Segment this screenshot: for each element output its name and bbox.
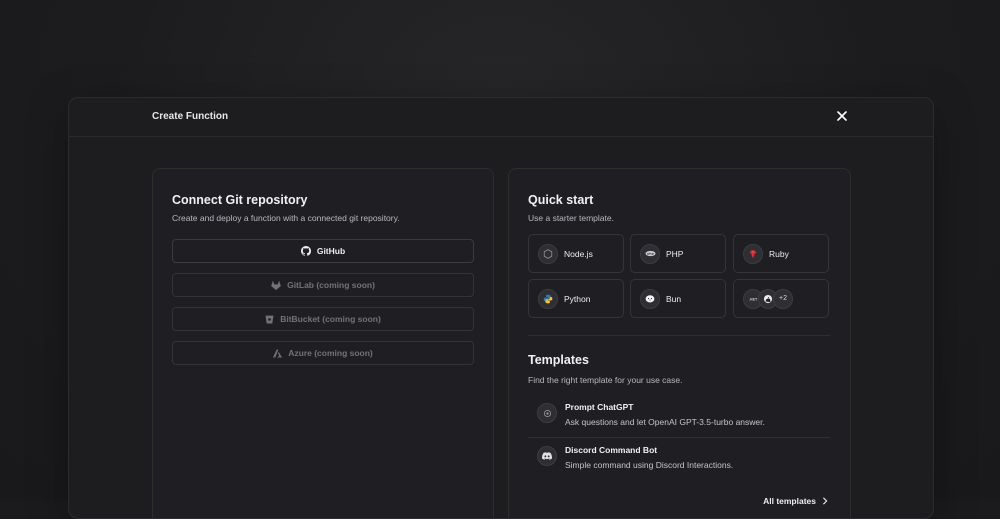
discord-icon (537, 446, 557, 466)
runtime-icon-stack: .NET +2 (743, 288, 793, 309)
runtime-label: Bun (666, 293, 682, 304)
template-description: Ask questions and let OpenAI GPT-3.5-tur… (565, 417, 765, 427)
more-runtimes-count: +2 (773, 288, 793, 309)
azure-label: Azure (coming soon) (288, 348, 373, 358)
connect-git-title: Connect Git repository (172, 193, 308, 207)
runtime-label: Ruby (769, 248, 789, 259)
quick-start-title: Quick start (528, 193, 594, 207)
template-prompt-chatgpt[interactable]: Prompt ChatGPT Ask questions and let Ope… (537, 402, 827, 427)
runtime-more[interactable]: .NET +2 (733, 279, 829, 318)
github-label: GitHub (316, 246, 346, 256)
gitlab-label: GitLab (coming soon) (287, 280, 375, 290)
azure-icon (273, 349, 283, 357)
bitbucket-button[interactable]: BitBucket (coming soon) (172, 307, 474, 331)
nodejs-icon (538, 243, 558, 264)
runtime-label: Python (564, 293, 591, 304)
github-button[interactable]: GitHub (172, 239, 474, 263)
azure-button[interactable]: Azure (coming soon) (172, 341, 474, 365)
all-templates-label: All templates (763, 496, 816, 506)
runtime-python[interactable]: Python (528, 279, 624, 318)
template-title: Discord Command Bot (565, 445, 658, 455)
openai-icon (537, 403, 557, 423)
all-templates-link[interactable]: All templates (763, 496, 828, 506)
templates-subtitle: Find the right template for your use cas… (528, 375, 683, 385)
svg-text:.NET: .NET (749, 297, 758, 301)
connect-git-card: Connect Git repository Create and deploy… (152, 168, 494, 518)
runtime-label: Node.js (564, 248, 593, 259)
connect-git-subtitle: Create and deploy a function with a conn… (172, 213, 400, 223)
php-icon: php (640, 243, 660, 264)
runtime-nodejs[interactable]: Node.js (528, 234, 624, 273)
chevron-right-icon (823, 497, 828, 505)
template-discord-command-bot[interactable]: Discord Command Bot Simple command using… (537, 445, 827, 470)
python-icon (538, 288, 558, 309)
svg-text:php: php (647, 252, 654, 256)
modal-title: Create Function (152, 111, 229, 122)
template-text: Discord Command Bot Simple command using… (565, 445, 733, 470)
template-description: Simple command using Discord Interaction… (565, 460, 734, 470)
runtime-ruby[interactable]: Ruby (733, 234, 829, 273)
bitbucket-icon (265, 315, 274, 323)
quick-start-card: Quick start Use a starter template. Node… (508, 168, 851, 518)
runtime-label: PHP (666, 248, 684, 259)
template-title: Prompt ChatGPT (565, 402, 634, 412)
bun-icon (640, 288, 660, 309)
gitlab-button[interactable]: GitLab (coming soon) (172, 273, 474, 297)
runtime-php[interactable]: php PHP (630, 234, 726, 273)
template-divider (528, 437, 830, 438)
create-function-modal: Create Function Connect Git repository C… (68, 97, 934, 519)
templates-title: Templates (528, 353, 589, 367)
github-icon (300, 246, 311, 256)
runtime-bun[interactable]: Bun (630, 279, 726, 318)
ruby-icon (743, 243, 763, 264)
template-text: Prompt ChatGPT Ask questions and let Ope… (565, 402, 765, 427)
quick-start-subtitle: Use a starter template. (528, 213, 614, 223)
close-icon (837, 111, 847, 121)
gitlab-icon (271, 280, 281, 290)
section-divider (528, 335, 830, 336)
bitbucket-label: BitBucket (coming soon) (280, 314, 381, 324)
modal-header: Create Function (69, 98, 933, 137)
close-button[interactable] (835, 109, 849, 123)
